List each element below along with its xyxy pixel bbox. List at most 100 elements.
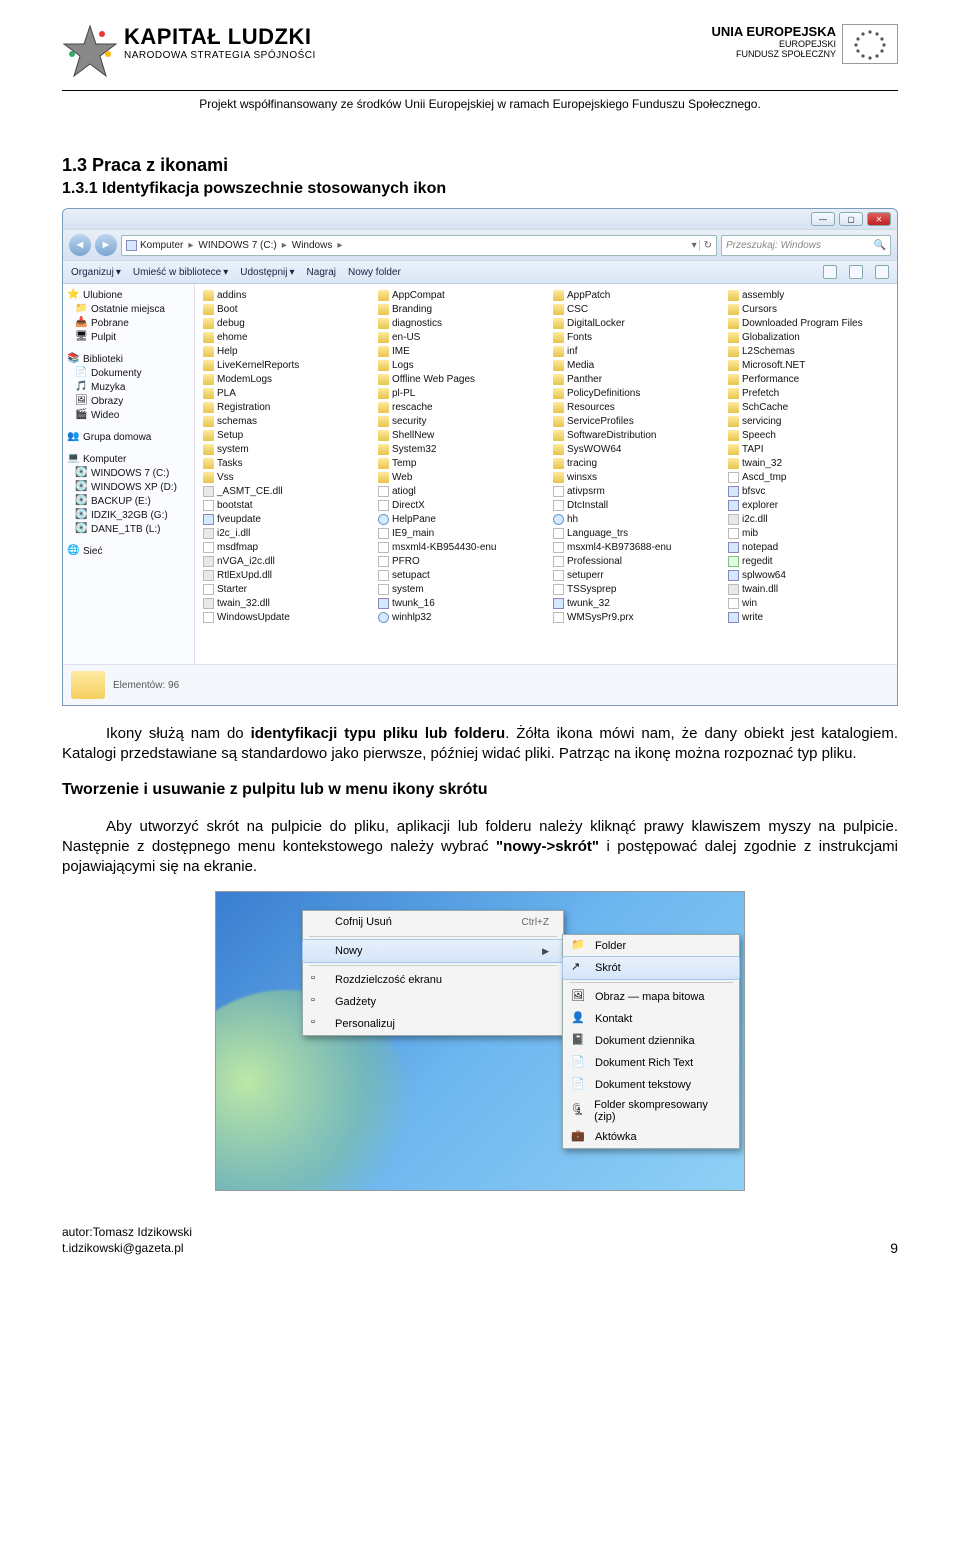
menu-item[interactable]: 👤Kontakt bbox=[563, 1008, 739, 1030]
menu-item[interactable]: 🗜Folder skompresowany (zip) bbox=[563, 1096, 739, 1126]
file-item[interactable]: assembly bbox=[722, 288, 895, 302]
sidebar-item[interactable]: 💽WINDOWS 7 (C:) bbox=[65, 466, 192, 480]
file-item[interactable]: Ascd_tmp bbox=[722, 470, 895, 484]
sidebar-item[interactable]: 📚Biblioteki bbox=[65, 352, 192, 366]
file-item[interactable]: win bbox=[722, 596, 895, 610]
refresh-icon[interactable]: ↻ bbox=[699, 240, 712, 251]
sidebar-item[interactable]: 📥Pobrane bbox=[65, 316, 192, 330]
file-item[interactable]: inf bbox=[547, 344, 720, 358]
toolbar-share[interactable]: Udostępnij ▾ bbox=[240, 267, 294, 278]
menu-item[interactable]: 📁Folder bbox=[563, 935, 739, 957]
menu-item[interactable]: 💼Aktówka bbox=[563, 1126, 739, 1148]
file-item[interactable]: Boot bbox=[197, 302, 370, 316]
file-item[interactable]: pl-PL bbox=[372, 386, 545, 400]
file-item[interactable]: bootstat bbox=[197, 498, 370, 512]
sidebar-item[interactable]: 🎵Muzyka bbox=[65, 380, 192, 394]
file-item[interactable]: Media bbox=[547, 358, 720, 372]
file-item[interactable]: diagnostics bbox=[372, 316, 545, 330]
file-item[interactable]: notepad bbox=[722, 540, 895, 554]
sidebar-item[interactable]: 💽WINDOWS XP (D:) bbox=[65, 480, 192, 494]
menu-item[interactable]: ▫Rozdzielczość ekranu bbox=[303, 969, 563, 991]
file-item[interactable]: ativpsrm bbox=[547, 484, 720, 498]
file-item[interactable]: Microsoft.NET bbox=[722, 358, 895, 372]
menu-item[interactable]: ▫Personalizuj bbox=[303, 1013, 563, 1035]
file-item[interactable]: fveupdate bbox=[197, 512, 370, 526]
file-item[interactable]: splwow64 bbox=[722, 568, 895, 582]
file-item[interactable]: msxml4-KB954430-enu bbox=[372, 540, 545, 554]
file-item[interactable]: DigitalLocker bbox=[547, 316, 720, 330]
file-item[interactable]: twunk_32 bbox=[547, 596, 720, 610]
close-button[interactable]: ✕ bbox=[867, 212, 891, 226]
file-item[interactable]: Fonts bbox=[547, 330, 720, 344]
file-item[interactable]: Logs bbox=[372, 358, 545, 372]
file-item[interactable]: msxml4-KB973688-enu bbox=[547, 540, 720, 554]
preview-button[interactable] bbox=[849, 265, 863, 279]
file-item[interactable]: Resources bbox=[547, 400, 720, 414]
file-item[interactable]: Professional bbox=[547, 554, 720, 568]
file-item[interactable]: PFRO bbox=[372, 554, 545, 568]
file-item[interactable]: en-US bbox=[372, 330, 545, 344]
file-item[interactable]: Branding bbox=[372, 302, 545, 316]
file-item[interactable]: HelpPane bbox=[372, 512, 545, 526]
file-item[interactable]: msdfmap bbox=[197, 540, 370, 554]
file-item[interactable]: security bbox=[372, 414, 545, 428]
minimize-button[interactable]: — bbox=[811, 212, 835, 226]
file-item[interactable]: Starter bbox=[197, 582, 370, 596]
file-item[interactable]: twain_32.dll bbox=[197, 596, 370, 610]
menu-item[interactable]: 📓Dokument dziennika bbox=[563, 1030, 739, 1052]
sidebar-item[interactable]: 👥Grupa domowa bbox=[65, 430, 192, 444]
file-item[interactable]: explorer bbox=[722, 498, 895, 512]
file-item[interactable]: Cursors bbox=[722, 302, 895, 316]
file-item[interactable]: LiveKernelReports bbox=[197, 358, 370, 372]
file-item[interactable]: TAPI bbox=[722, 442, 895, 456]
forward-button[interactable]: ► bbox=[95, 234, 117, 256]
file-item[interactable]: Globalization bbox=[722, 330, 895, 344]
file-item[interactable]: bfsvc bbox=[722, 484, 895, 498]
sidebar-item[interactable]: 🎬Wideo bbox=[65, 408, 192, 422]
toolbar-burn[interactable]: Nagraj bbox=[307, 267, 336, 278]
file-item[interactable]: AppPatch bbox=[547, 288, 720, 302]
file-item[interactable]: DtcInstall bbox=[547, 498, 720, 512]
sidebar-item[interactable]: ⭐Ulubione bbox=[65, 288, 192, 302]
sidebar-item[interactable]: 🌐Sieć bbox=[65, 544, 192, 558]
file-item[interactable]: addins bbox=[197, 288, 370, 302]
breadcrumb[interactable]: Komputer▸ WINDOWS 7 (C:)▸ Windows▸ ▾↻ bbox=[121, 235, 717, 256]
file-item[interactable]: debug bbox=[197, 316, 370, 330]
toolbar-newfolder[interactable]: Nowy folder bbox=[348, 267, 401, 278]
maximize-button[interactable]: ▢ bbox=[839, 212, 863, 226]
menu-item[interactable]: Cofnij UsuńCtrl+Z bbox=[303, 911, 563, 933]
file-item[interactable]: System32 bbox=[372, 442, 545, 456]
file-item[interactable]: Offline Web Pages bbox=[372, 372, 545, 386]
toolbar-library[interactable]: Umieść w bibliotece ▾ bbox=[133, 267, 228, 278]
file-item[interactable]: CSC bbox=[547, 302, 720, 316]
file-item[interactable]: RtlExUpd.dll bbox=[197, 568, 370, 582]
search-input[interactable]: Przeszukaj: Windows 🔍 bbox=[721, 235, 891, 256]
file-item[interactable]: atiogl bbox=[372, 484, 545, 498]
toolbar-organize[interactable]: Organizuj ▾ bbox=[71, 267, 121, 278]
file-item[interactable]: Temp bbox=[372, 456, 545, 470]
file-item[interactable]: nVGA_i2c.dll bbox=[197, 554, 370, 568]
file-item[interactable]: Downloaded Program Files bbox=[722, 316, 895, 330]
file-item[interactable]: twunk_16 bbox=[372, 596, 545, 610]
file-item[interactable]: SchCache bbox=[722, 400, 895, 414]
file-item[interactable]: system bbox=[197, 442, 370, 456]
file-item[interactable]: DirectX bbox=[372, 498, 545, 512]
menu-item[interactable]: ▫Gadżety bbox=[303, 991, 563, 1013]
file-item[interactable]: WMSysPr9.prx bbox=[547, 610, 720, 624]
file-item[interactable]: write bbox=[722, 610, 895, 624]
file-item[interactable]: SysWOW64 bbox=[547, 442, 720, 456]
menu-item[interactable]: 🖼Obraz — mapa bitowa bbox=[563, 986, 739, 1008]
sidebar-item[interactable]: 💽DANE_1TB (L:) bbox=[65, 522, 192, 536]
file-item[interactable]: regedit bbox=[722, 554, 895, 568]
file-item[interactable]: WindowsUpdate bbox=[197, 610, 370, 624]
sidebar-item[interactable]: 📄Dokumenty bbox=[65, 366, 192, 380]
file-item[interactable]: winhlp32 bbox=[372, 610, 545, 624]
file-item[interactable]: IME bbox=[372, 344, 545, 358]
file-item[interactable]: twain.dll bbox=[722, 582, 895, 596]
file-item[interactable]: winsxs bbox=[547, 470, 720, 484]
menu-item[interactable]: ↗Skrót bbox=[562, 956, 740, 980]
file-item[interactable]: Help bbox=[197, 344, 370, 358]
sidebar-item[interactable]: 💻Komputer bbox=[65, 452, 192, 466]
file-item[interactable]: Prefetch bbox=[722, 386, 895, 400]
file-item[interactable]: Language_trs bbox=[547, 526, 720, 540]
